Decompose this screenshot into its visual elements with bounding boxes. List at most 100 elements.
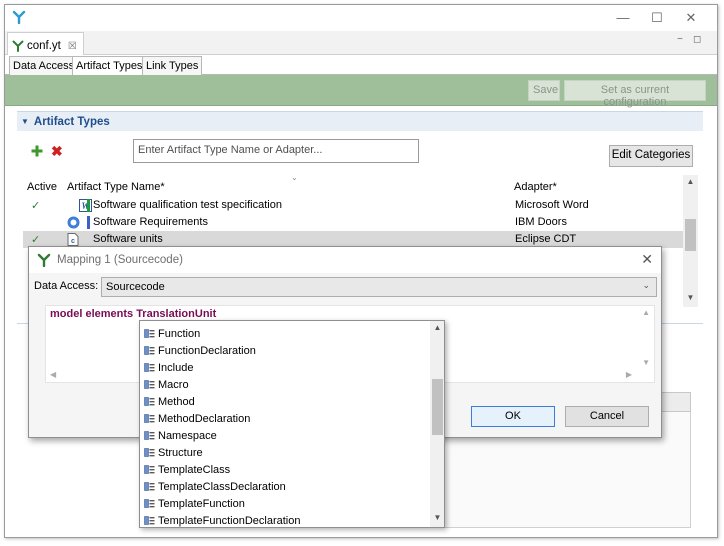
ok-button[interactable]: OK [471,406,555,427]
column-header-adapter[interactable]: Adapter* [514,181,557,193]
artifact-name: Software qualification test specificatio… [93,199,282,211]
cancel-button[interactable]: Cancel [565,406,649,427]
svg-text:c: c [71,238,75,245]
artifact-adapter: IBM Doors [515,216,567,228]
table-scroll-thumb[interactable] [685,219,696,251]
completion-item-label: Method [158,395,195,408]
window-titlebar: — ☐ ✕ [5,5,717,31]
completion-item[interactable]: TemplateFunctionDeclaration [140,512,430,527]
word-icon: W [79,199,92,212]
table-row[interactable]: ✓ W Software qualification test specific… [23,197,683,214]
completion-item[interactable]: TemplateClassDeclaration [140,478,430,495]
artifact-types-section-header[interactable]: ▼ Artifact Types [17,111,703,131]
tab-artifact-types[interactable]: Artifact Types [72,56,147,76]
model-element-icon [144,465,155,474]
close-tab-icon[interactable]: ☒ [68,41,77,52]
completion-item[interactable]: Include [140,359,430,376]
completion-item[interactable]: Method [140,393,430,410]
artifact-name: Software Requirements [93,216,208,228]
column-header-name[interactable]: Artifact Type Name* [67,181,165,193]
completion-dropdown: Function FunctionDeclaration Include Macro M… [139,320,445,528]
dropdown-scroll-down-icon[interactable]: ▼ [430,513,444,522]
completion-item[interactable]: TemplateClass [140,461,430,478]
artifact-name: Software units [93,233,163,245]
completion-item-label: Structure [158,446,203,459]
data-access-select[interactable]: Sourcecode ⌄ [101,277,657,297]
action-toolbar: Save Set as current configuration [5,75,717,108]
model-element-icon [144,499,155,508]
completion-item-label: Macro [158,378,189,391]
completion-scrollbar[interactable]: ▲ ▼ [430,321,444,527]
save-button[interactable]: Save [528,80,560,101]
scroll-up-icon[interactable]: ▲ [683,177,698,186]
view-maximize-icon[interactable]: ◻ [693,34,701,45]
tab-link-types[interactable]: Link Types [142,56,203,75]
sort-chevron-icon: ⌄ [291,173,298,182]
completion-item-label: TemplateFunction [158,497,245,510]
cdt-icon: c [67,233,79,246]
maximize-button[interactable]: ☐ [643,9,671,27]
completion-item[interactable]: FunctionDeclaration [140,342,430,359]
artifact-search-input[interactable]: Enter Artifact Type Name or Adapter... [133,139,419,163]
add-icon[interactable] [31,145,43,157]
data-access-value: Sourcecode [106,281,165,293]
close-window-button[interactable]: ✕ [677,9,705,27]
dropdown-scroll-thumb[interactable] [432,379,443,435]
completion-item[interactable]: Macro [140,376,430,393]
completion-item-label: TemplateClassDeclaration [158,480,286,493]
artifact-adapter: Microsoft Word [515,199,589,211]
set-current-configuration-button[interactable]: Set as current configuration [564,80,706,108]
model-element-icon [144,414,155,423]
model-element-icon [144,516,155,525]
dialog-title: Mapping 1 (Sourcecode) [57,254,183,266]
editor-scroll-down-icon[interactable]: ▼ [642,358,650,367]
model-element-icon [144,448,155,457]
table-scrollbar[interactable]: ▲ ▼ [683,175,698,307]
code-line: model elements TranslationUnit [50,308,217,320]
model-element-icon [144,397,155,406]
completion-item-label: MethodDeclaration [158,412,251,425]
dialog-logo-icon [37,253,51,267]
active-check[interactable]: ✓ [31,199,40,212]
category-color-bar [87,216,90,229]
category-color-bar [87,199,90,212]
completion-item-label: FunctionDeclaration [158,344,256,357]
edit-categories-button[interactable]: Edit Categories [609,145,693,167]
editor-tab-bar: conf.yt ☒ − ◻ [5,31,717,55]
completion-item[interactable]: MethodDeclaration [140,410,430,427]
remove-icon[interactable]: ✖ [51,144,63,158]
editor-tab-label: conf.yt [27,40,61,52]
tab-data-access[interactable]: Data Access [9,56,79,75]
dialog-close-icon[interactable]: ✕ [641,251,653,268]
completion-item[interactable]: TemplateFunction [140,495,430,512]
doors-icon [67,216,80,229]
completion-item[interactable]: Structure [140,444,430,461]
editor-scroll-right-icon[interactable]: ▶ [626,370,632,379]
model-element-icon [144,329,155,338]
view-minimize-icon[interactable]: − [677,34,683,45]
section-title: Artifact Types [33,115,110,128]
completion-item-label: Namespace [158,429,217,442]
model-element-icon [144,482,155,491]
active-check[interactable]: ✓ [31,233,40,246]
completion-item[interactable]: Function [140,325,430,342]
model-element-icon [144,380,155,389]
dropdown-scroll-up-icon[interactable]: ▲ [430,323,444,332]
editor-tab-conf[interactable]: conf.yt ☒ [7,32,84,55]
app-logo-icon [12,10,26,24]
completion-item-label: Include [158,361,194,374]
minimize-button[interactable]: — [609,9,637,27]
completion-item[interactable]: Namespace [140,427,430,444]
completion-item-label: TemplateFunctionDeclaration [158,514,301,527]
yt-file-icon [12,40,24,52]
editor-scroll-up-icon[interactable]: ▲ [642,308,650,317]
editor-scroll-left-icon[interactable]: ◀ [50,370,56,379]
artifact-adapter: Eclipse CDT [515,233,577,245]
model-element-icon [144,346,155,355]
completion-item-label: TemplateClass [158,463,231,476]
chevron-down-icon: ⌄ [642,280,650,290]
collapse-triangle-icon: ▼ [21,117,29,126]
column-header-active[interactable]: Active [27,181,57,193]
scroll-down-icon[interactable]: ▼ [683,293,698,302]
table-row[interactable]: Software Requirements IBM Doors [23,214,683,231]
